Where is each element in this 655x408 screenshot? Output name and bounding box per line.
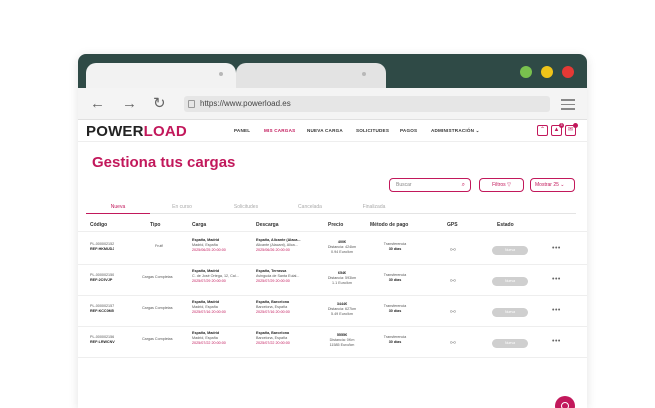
row-unload: España, Alicante (Alaca... Alicante (Alac… [256,238,301,253]
row-type: Cargas Completas [142,275,173,279]
nav-mis-cargas[interactable]: MIS CARGAS [264,128,295,133]
row-type: Cargas Completas [142,337,173,341]
row-load: España, Madrid Madrid, España 2025/07/22 2… [192,331,226,346]
search-placeholder: Buscar [396,182,412,188]
reload-icon[interactable]: ↻ [153,94,166,114]
nav-administracion[interactable]: ADMINISTRACIÓN ⌄ [431,128,480,134]
nav-nueva-carga[interactable]: NUEVA CARGA [307,128,343,133]
show-count-select[interactable]: Mostrar 25 ⌄ [530,178,575,192]
row-unload: España, Barcelona Barcelona, España 2025/0… [256,300,290,315]
table-row[interactable]: PL-000002157 REF:KCC0M5 Cargas Completas … [78,296,587,327]
col-carga[interactable]: Carga [192,222,206,228]
gps-icon[interactable]: ⚯ [450,277,456,285]
nav-solicitudes[interactable]: SOLICITUDES [356,128,389,133]
browser-window: ← → ↻ https://www.powerload.es POWERLOAD… [78,54,587,408]
search-icon[interactable]: ⌕ [462,179,465,191]
table-row[interactable]: PL-000002150 REF:2C9VJP Cargas Completas … [78,265,587,296]
col-tipo[interactable]: Tipo [150,222,160,228]
forward-arrow-icon[interactable]: → [122,94,137,114]
row-code: PL-000002157 REF:KCC0M5 [90,304,115,314]
browser-tab[interactable] [236,63,386,88]
tab-finalizada[interactable]: Finalizada [342,202,406,214]
messages-icon[interactable]: ✉ [565,123,578,136]
message-badge [573,123,578,128]
col-descarga[interactable]: Descarga [256,222,279,228]
row-load: España, Madrid Madrid, España 2025/07/16 2… [192,300,226,315]
gps-icon[interactable]: ⚯ [450,339,456,347]
chat-icon [561,402,569,408]
powerload-logo[interactable]: POWERLOAD [86,123,187,141]
col-precio[interactable]: Precio [328,222,343,228]
browser-tab-active[interactable] [86,63,236,88]
col-metodo-pago[interactable]: Método de pago [370,222,408,228]
more-options-icon[interactable]: ••• [552,307,561,314]
url-text: https://www.powerload.es [200,99,291,108]
row-load: España, Madrid Madrid, España 2025/06/25 2… [192,238,226,253]
gps-icon[interactable]: ⚯ [450,246,456,254]
row-payment: Transferencia 30 días [383,335,407,345]
row-code: PL-000002156 REF:LRWCNV [90,335,115,345]
row-price: 654€ Distancia: 593km 1.1 Euro/km [327,271,357,286]
table-header: Código Tipo Carga Descarga Precio Método… [78,220,587,232]
window-minimize-button[interactable] [541,66,553,78]
status-badge: Nueva [492,339,528,348]
app-header: POWERLOAD PANEL MIS CARGAS NUEVA CARGA S… [78,120,587,142]
address-bar: ← → ↻ https://www.powerload.es [78,88,587,120]
filter-icon: ▽ [507,182,511,188]
tab-cancelada[interactable]: Cancelada [278,202,342,214]
col-codigo[interactable]: Código [90,222,107,228]
row-unload: España, Terrassa Avinguda de Santa Eulal.… [256,269,300,284]
tab-close-icon[interactable] [362,72,366,76]
row-price: 5555€ Distancia: 0Km 11585 Euro/km [329,333,355,348]
chat-button[interactable] [555,396,575,408]
table-row[interactable]: PL-000002152 REF:HKMUDJ Frutfl España, Ma… [78,234,587,265]
chevron-down-icon: ⌄ [560,182,565,188]
menu-icon[interactable] [561,99,575,113]
row-load: España, Madrid C. de José Ortega, 12, Cal… [192,269,239,284]
back-arrow-icon[interactable]: ← [90,94,105,114]
tab-en-curso[interactable]: En curso [150,202,214,214]
status-tabs: Nueva En curso Solicitudes Cancelada Fin… [86,202,576,214]
notifications-icon[interactable]: ▲ 3 [551,123,564,136]
table-row[interactable]: PL-000002156 REF:LRWCNV Cargas Completas … [78,327,587,358]
row-price: 3444€ Distancia: 627km 5.49 Euro/km [327,302,357,317]
row-type: Frutfl [155,244,164,248]
page-icon [188,100,195,108]
more-options-icon[interactable]: ••• [552,276,561,283]
row-code: PL-000002150 REF:2C9VJP [90,273,115,283]
more-options-icon[interactable]: ••• [552,338,561,345]
filters-button[interactable]: Filtros ▽ [479,178,524,192]
tab-close-icon[interactable] [219,72,223,76]
row-code: PL-000002152 REF:HKMUDJ [90,242,115,252]
row-payment: Transferencia 30 días [383,273,407,283]
status-badge: Nueva [492,277,528,286]
gps-icon[interactable]: ⚯ [450,308,456,316]
main-content: Gestiona tus cargas Buscar ⌕ Filtros ▽ M… [78,142,587,408]
window-maximize-button[interactable] [520,66,532,78]
status-badge: Nueva [492,246,528,255]
row-type: Cargas Completas [142,306,173,310]
browser-titlebar [78,54,587,88]
window-close-button[interactable] [562,66,574,78]
search-input[interactable]: Buscar ⌕ [389,178,471,192]
status-badge: Nueva [492,308,528,317]
col-estado[interactable]: Estado [497,222,514,228]
nav-panel[interactable]: PANEL [234,128,250,133]
row-price: 400€ Distancia: 424km 0.94 Euro/km [327,240,357,255]
row-payment: Transferencia 30 días [383,242,407,252]
more-options-icon[interactable]: ••• [552,245,561,252]
url-field[interactable]: https://www.powerload.es [184,96,550,112]
row-payment: Transferencia 30 días [383,304,407,314]
nav-pagos[interactable]: PAGOS [400,128,417,133]
notification-badge: 3 [559,123,564,128]
col-gps[interactable]: GPS [447,222,458,228]
page-title: Gestiona tus cargas [92,154,236,171]
tab-nueva[interactable]: Nueva [86,202,150,214]
row-unload: España, Barcelona Barcelona, España 2025/0… [256,331,290,346]
user-icon[interactable]: ⌃ [537,125,548,136]
tab-solicitudes[interactable]: Solicitudes [214,202,278,214]
